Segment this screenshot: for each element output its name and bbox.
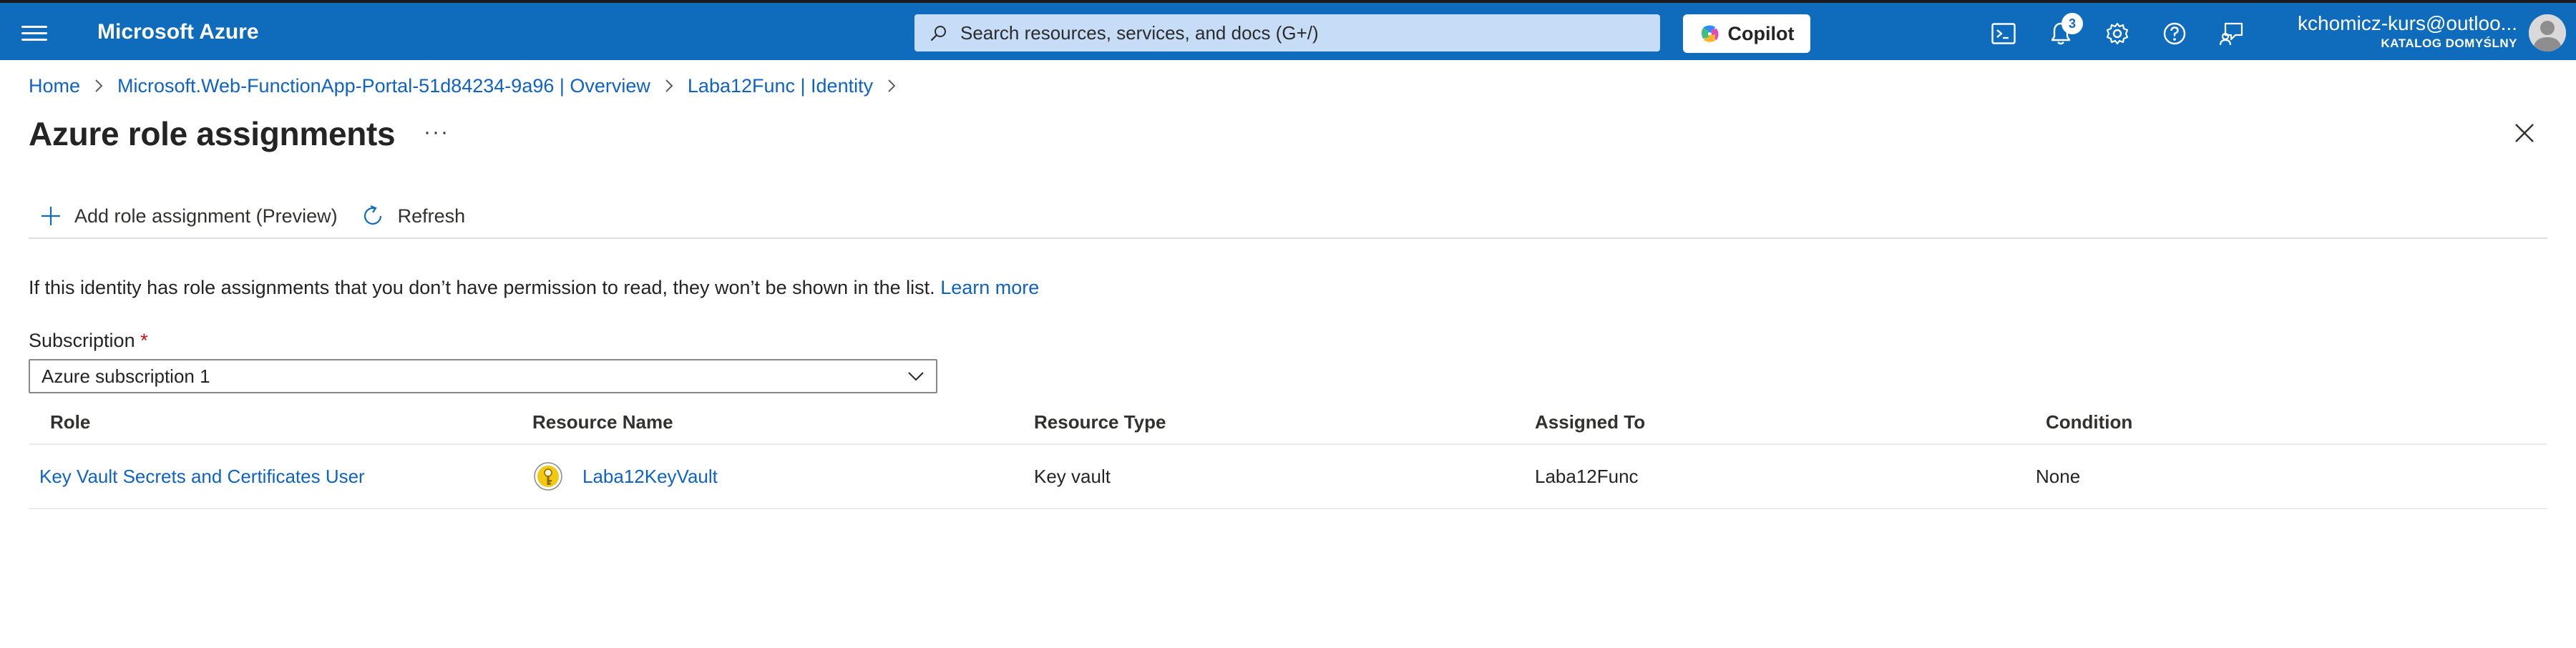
- command-bar: Add role assignment (Preview) Refresh: [29, 199, 2547, 239]
- chevron-right-icon: [887, 79, 896, 93]
- chevron-down-icon: [908, 372, 924, 381]
- resource-name-link[interactable]: Laba12KeyVault: [582, 466, 718, 488]
- table-header: Role Resource Name Resource Type Assigne…: [29, 401, 2547, 445]
- notifications-button[interactable]: 3: [2046, 13, 2083, 49]
- required-marker: *: [140, 330, 148, 351]
- feedback-icon: [2220, 22, 2243, 46]
- help-button[interactable]: [2160, 19, 2190, 49]
- key-vault-icon: [534, 462, 562, 491]
- help-icon: [2163, 22, 2186, 45]
- refresh-icon: [364, 205, 381, 225]
- breadcrumb-function-app[interactable]: Microsoft.Web-FunctionApp-Portal-51d8423…: [117, 72, 650, 100]
- copilot-label: Copilot: [1727, 22, 1795, 44]
- notifications-badge: 3: [2062, 13, 2083, 34]
- breadcrumb-home[interactable]: Home: [29, 72, 80, 100]
- avatar[interactable]: [2529, 14, 2566, 51]
- user-avatar-icon: [2529, 14, 2566, 51]
- subscription-dropdown[interactable]: Azure subscription 1: [29, 359, 937, 393]
- refresh-button[interactable]: Refresh: [349, 199, 477, 233]
- resource-type-cell: Key vault: [1034, 465, 1111, 487]
- refresh-label: Refresh: [397, 205, 466, 227]
- add-icon: [42, 207, 60, 225]
- column-header-assigned-to[interactable]: Assigned To: [1535, 411, 2036, 433]
- column-header-resource-name[interactable]: Resource Name: [532, 411, 1034, 433]
- role-link[interactable]: Key Vault Secrets and Certificates User: [39, 466, 365, 487]
- learn-more-link[interactable]: Learn more: [940, 277, 1039, 298]
- search-icon: [930, 26, 946, 41]
- copilot-button[interactable]: Copilot: [1683, 14, 1810, 53]
- column-header-role[interactable]: Role: [29, 411, 532, 433]
- top-bar: Microsoft Azure Copilot 3: [0, 0, 2576, 60]
- cloud-shell-icon: [1991, 23, 2016, 44]
- feedback-button[interactable]: [2217, 19, 2247, 49]
- add-role-assignment-label: Add role assignment (Preview): [74, 205, 338, 227]
- more-options-button[interactable]: ···: [424, 122, 449, 143]
- chevron-right-icon: [665, 79, 673, 93]
- account-menu[interactable]: kchomicz-kurs@outloo... KATALOG DOMYŚLNY: [2254, 11, 2517, 51]
- copilot-icon: [1701, 25, 1718, 42]
- account-tenant: KATALOG DOMYŚLNY: [2381, 36, 2517, 50]
- settings-icon: [2106, 22, 2129, 45]
- condition-cell: None: [2036, 465, 2081, 487]
- chevron-right-icon: [94, 79, 103, 93]
- settings-button[interactable]: [2102, 19, 2132, 49]
- assigned-to-cell: Laba12Func: [1535, 465, 1639, 487]
- permission-info-text: If this identity has role assignments th…: [29, 277, 935, 298]
- table-row: Key Vault Secrets and Certificates User …: [29, 445, 2547, 509]
- role-assignments-table: Role Resource Name Resource Type Assigne…: [29, 401, 2547, 509]
- subscription-label-text: Subscription: [29, 330, 135, 351]
- column-header-resource-type[interactable]: Resource Type: [1034, 411, 1535, 433]
- global-search[interactable]: [914, 14, 1660, 51]
- page-title: Azure role assignments: [29, 115, 396, 152]
- subscription-label: Subscription *: [29, 327, 148, 354]
- permission-info: If this identity has role assignments th…: [29, 274, 1039, 301]
- subscription-selected-value: Azure subscription 1: [42, 365, 210, 387]
- account-user: kchomicz-kurs@outloo...: [2298, 12, 2517, 34]
- resource-name-cell: Laba12KeyVault: [532, 461, 1034, 492]
- brand-title[interactable]: Microsoft Azure: [97, 19, 259, 46]
- breadcrumb-identity[interactable]: Laba12Func | Identity: [688, 72, 873, 100]
- breadcrumb: Home Microsoft.Web-FunctionApp-Portal-51…: [29, 72, 910, 100]
- cloud-shell-button[interactable]: [1989, 19, 2019, 49]
- add-role-assignment-button[interactable]: Add role assignment (Preview): [29, 199, 349, 233]
- search-input[interactable]: [959, 21, 1620, 45]
- portal-menu-icon[interactable]: [21, 21, 47, 43]
- close-icon: [2515, 124, 2534, 142]
- column-header-condition[interactable]: Condition: [2036, 411, 2547, 433]
- close-button[interactable]: [2512, 120, 2537, 146]
